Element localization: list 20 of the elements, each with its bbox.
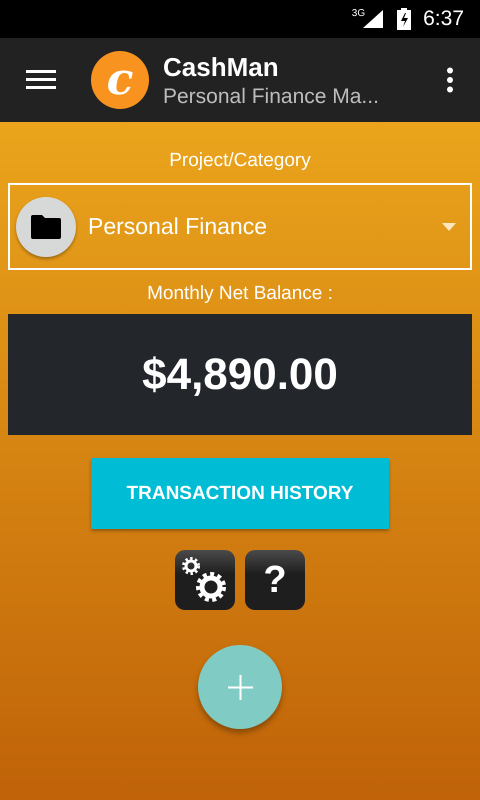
help-button[interactable]: ?	[245, 550, 305, 610]
plus-icon	[228, 674, 252, 700]
menu-icon[interactable]	[26, 69, 56, 91]
transaction-history-button[interactable]: TRANSACTION HISTORY	[91, 458, 389, 529]
project-dropdown[interactable]: Personal Finance	[8, 183, 472, 270]
project-label: Project/Category	[169, 150, 311, 172]
signal-icon	[363, 10, 384, 28]
more-options-icon[interactable]	[446, 67, 454, 93]
network-label: 3G	[352, 8, 366, 19]
settings-button[interactable]	[175, 550, 235, 610]
app-title: CashMan	[163, 52, 280, 82]
clock: 6:37	[423, 7, 464, 31]
app-subtitle: Personal Finance Ma...	[163, 84, 380, 108]
balance-label: Monthly Net Balance :	[147, 283, 333, 305]
folder-icon	[31, 214, 61, 238]
app-logo: c	[91, 51, 149, 109]
caret-icon	[442, 222, 456, 230]
battery-icon	[397, 8, 412, 30]
add-button[interactable]	[198, 645, 282, 729]
balance-amount: $4,890.00	[8, 314, 472, 435]
